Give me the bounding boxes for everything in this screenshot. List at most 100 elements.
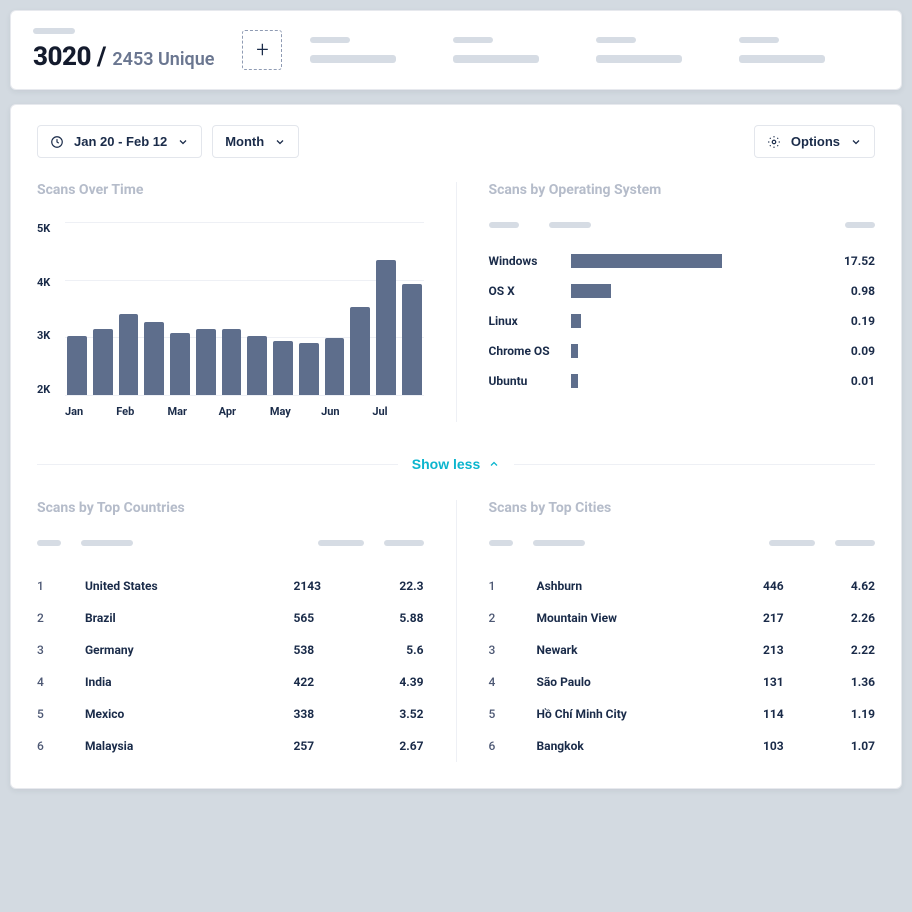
percent: 1.36: [823, 675, 875, 689]
total-scans: 3020: [33, 42, 91, 72]
os-name: Linux: [489, 314, 571, 328]
os-name: Chrome OS: [489, 344, 571, 358]
percent: 3.52: [364, 707, 424, 721]
os-bar-wrap: [571, 284, 824, 298]
rank: 5: [37, 707, 85, 721]
date-range-picker[interactable]: Jan 20 - Feb 12: [37, 125, 202, 158]
xaxis-tick: Mar: [167, 405, 218, 418]
city-name: Bangkok: [537, 739, 764, 753]
chart-bar: [273, 341, 293, 395]
os-bar: [571, 374, 579, 388]
total-scans-block: 3020 / 2453 Unique: [33, 28, 214, 72]
percent: 2.67: [364, 739, 424, 753]
yaxis-tick: 5K: [37, 222, 57, 235]
table-row: 1United States214322.3: [37, 570, 424, 602]
options-label: Options: [791, 134, 840, 149]
panel-title: Scans Over Time: [37, 182, 424, 198]
percent: 4.62: [823, 579, 875, 593]
os-value: 0.09: [823, 344, 875, 358]
unique-scans: 2453 Unique: [112, 49, 214, 70]
os-name: Ubuntu: [489, 374, 571, 388]
percent: 2.22: [823, 643, 875, 657]
os-row: Linux 0.19: [489, 306, 876, 336]
table-row: 4São Paulo1311.36: [489, 666, 876, 698]
os-value: 0.19: [823, 314, 875, 328]
percent: 1.07: [823, 739, 875, 753]
os-bar: [571, 314, 581, 328]
chart-bar: [67, 336, 87, 395]
chart-bar: [196, 329, 216, 395]
percent: 4.39: [364, 675, 424, 689]
percent: 22.3: [364, 579, 424, 593]
options-button[interactable]: Options: [754, 125, 875, 158]
xaxis-tick: Apr: [219, 405, 270, 418]
table-row: 3Germany5385.6: [37, 634, 424, 666]
country-name: Germany: [85, 643, 294, 657]
os-bar-wrap: [571, 314, 824, 328]
os-row: Ubuntu0.01: [489, 366, 876, 396]
table-row: 5Hồ Chí Minh City1141.19: [489, 698, 876, 730]
chart-bar: [119, 314, 139, 395]
xaxis-tick: Jan: [65, 405, 116, 418]
show-less-label: Show less: [412, 456, 480, 472]
os-bar-wrap: [571, 374, 824, 388]
rank: 4: [489, 675, 537, 689]
gear-icon: [767, 135, 781, 149]
table-row: 1Ashburn4464.62: [489, 570, 876, 602]
yaxis-tick: 3K: [37, 329, 57, 342]
count: 538: [294, 643, 364, 657]
yaxis-tick: 4K: [37, 276, 57, 289]
country-name: Malaysia: [85, 739, 294, 753]
rank: 5: [489, 707, 537, 721]
chart-bar: [325, 338, 345, 395]
plus-icon: +: [256, 38, 268, 63]
scans-by-countries-panel: Scans by Top Countries 1United States214…: [37, 500, 424, 762]
xaxis-tick: Feb: [116, 405, 167, 418]
xaxis-tick: Jun: [321, 405, 372, 418]
os-row: OS X 0.98: [489, 276, 876, 306]
os-bar: [571, 254, 723, 268]
chart-bar: [222, 329, 242, 395]
city-name: São Paulo: [537, 675, 764, 689]
yaxis-tick: 2K: [37, 383, 57, 396]
table-row: 5Mexico3383.52: [37, 698, 424, 730]
count: 565: [294, 611, 364, 625]
toolbar: Jan 20 - Feb 12 Month Options: [37, 125, 875, 158]
table-row: 2Mountain View2172.26: [489, 602, 876, 634]
os-name: OS X: [489, 284, 571, 298]
divider: [37, 464, 398, 465]
percent: 1.19: [823, 707, 875, 721]
rank: 3: [37, 643, 85, 657]
rank: 1: [37, 579, 85, 593]
os-bar-wrap: [571, 344, 824, 358]
granularity-label: Month: [225, 134, 264, 149]
chevron-up-icon: [488, 458, 500, 470]
count: 131: [763, 675, 823, 689]
percent: 2.26: [823, 611, 875, 625]
chart-bar: [299, 343, 319, 395]
granularity-picker[interactable]: Month: [212, 125, 299, 158]
cities-table-header: [489, 540, 876, 546]
os-table-header: [489, 222, 876, 228]
xaxis-tick: Jul: [372, 405, 423, 418]
scans-by-cities-panel: Scans by Top Cities 1Ashburn4464.622Moun…: [489, 500, 876, 762]
divider: [514, 464, 875, 465]
date-range-label: Jan 20 - Feb 12: [74, 134, 167, 149]
country-name: Mexico: [85, 707, 294, 721]
panel-title: Scans by Top Cities: [489, 500, 876, 516]
chart-bar: [376, 260, 396, 395]
panel-title: Scans by Top Countries: [37, 500, 424, 516]
percent: 5.88: [364, 611, 424, 625]
scans-over-time-chart: 5K 4K 3K 2K JanFebMarAprMayJunJul: [37, 222, 424, 422]
show-less-button[interactable]: Show less: [412, 456, 500, 472]
city-name: Mountain View: [537, 611, 764, 625]
add-widget-button[interactable]: +: [242, 30, 282, 70]
chevron-down-icon: [850, 136, 862, 148]
rank: 3: [489, 643, 537, 657]
os-value: 0.98: [823, 284, 875, 298]
xaxis-tick: May: [270, 405, 321, 418]
rank: 6: [37, 739, 85, 753]
chart-bar: [247, 336, 267, 395]
country-name: India: [85, 675, 294, 689]
table-row: 6Bangkok1031.07: [489, 730, 876, 762]
